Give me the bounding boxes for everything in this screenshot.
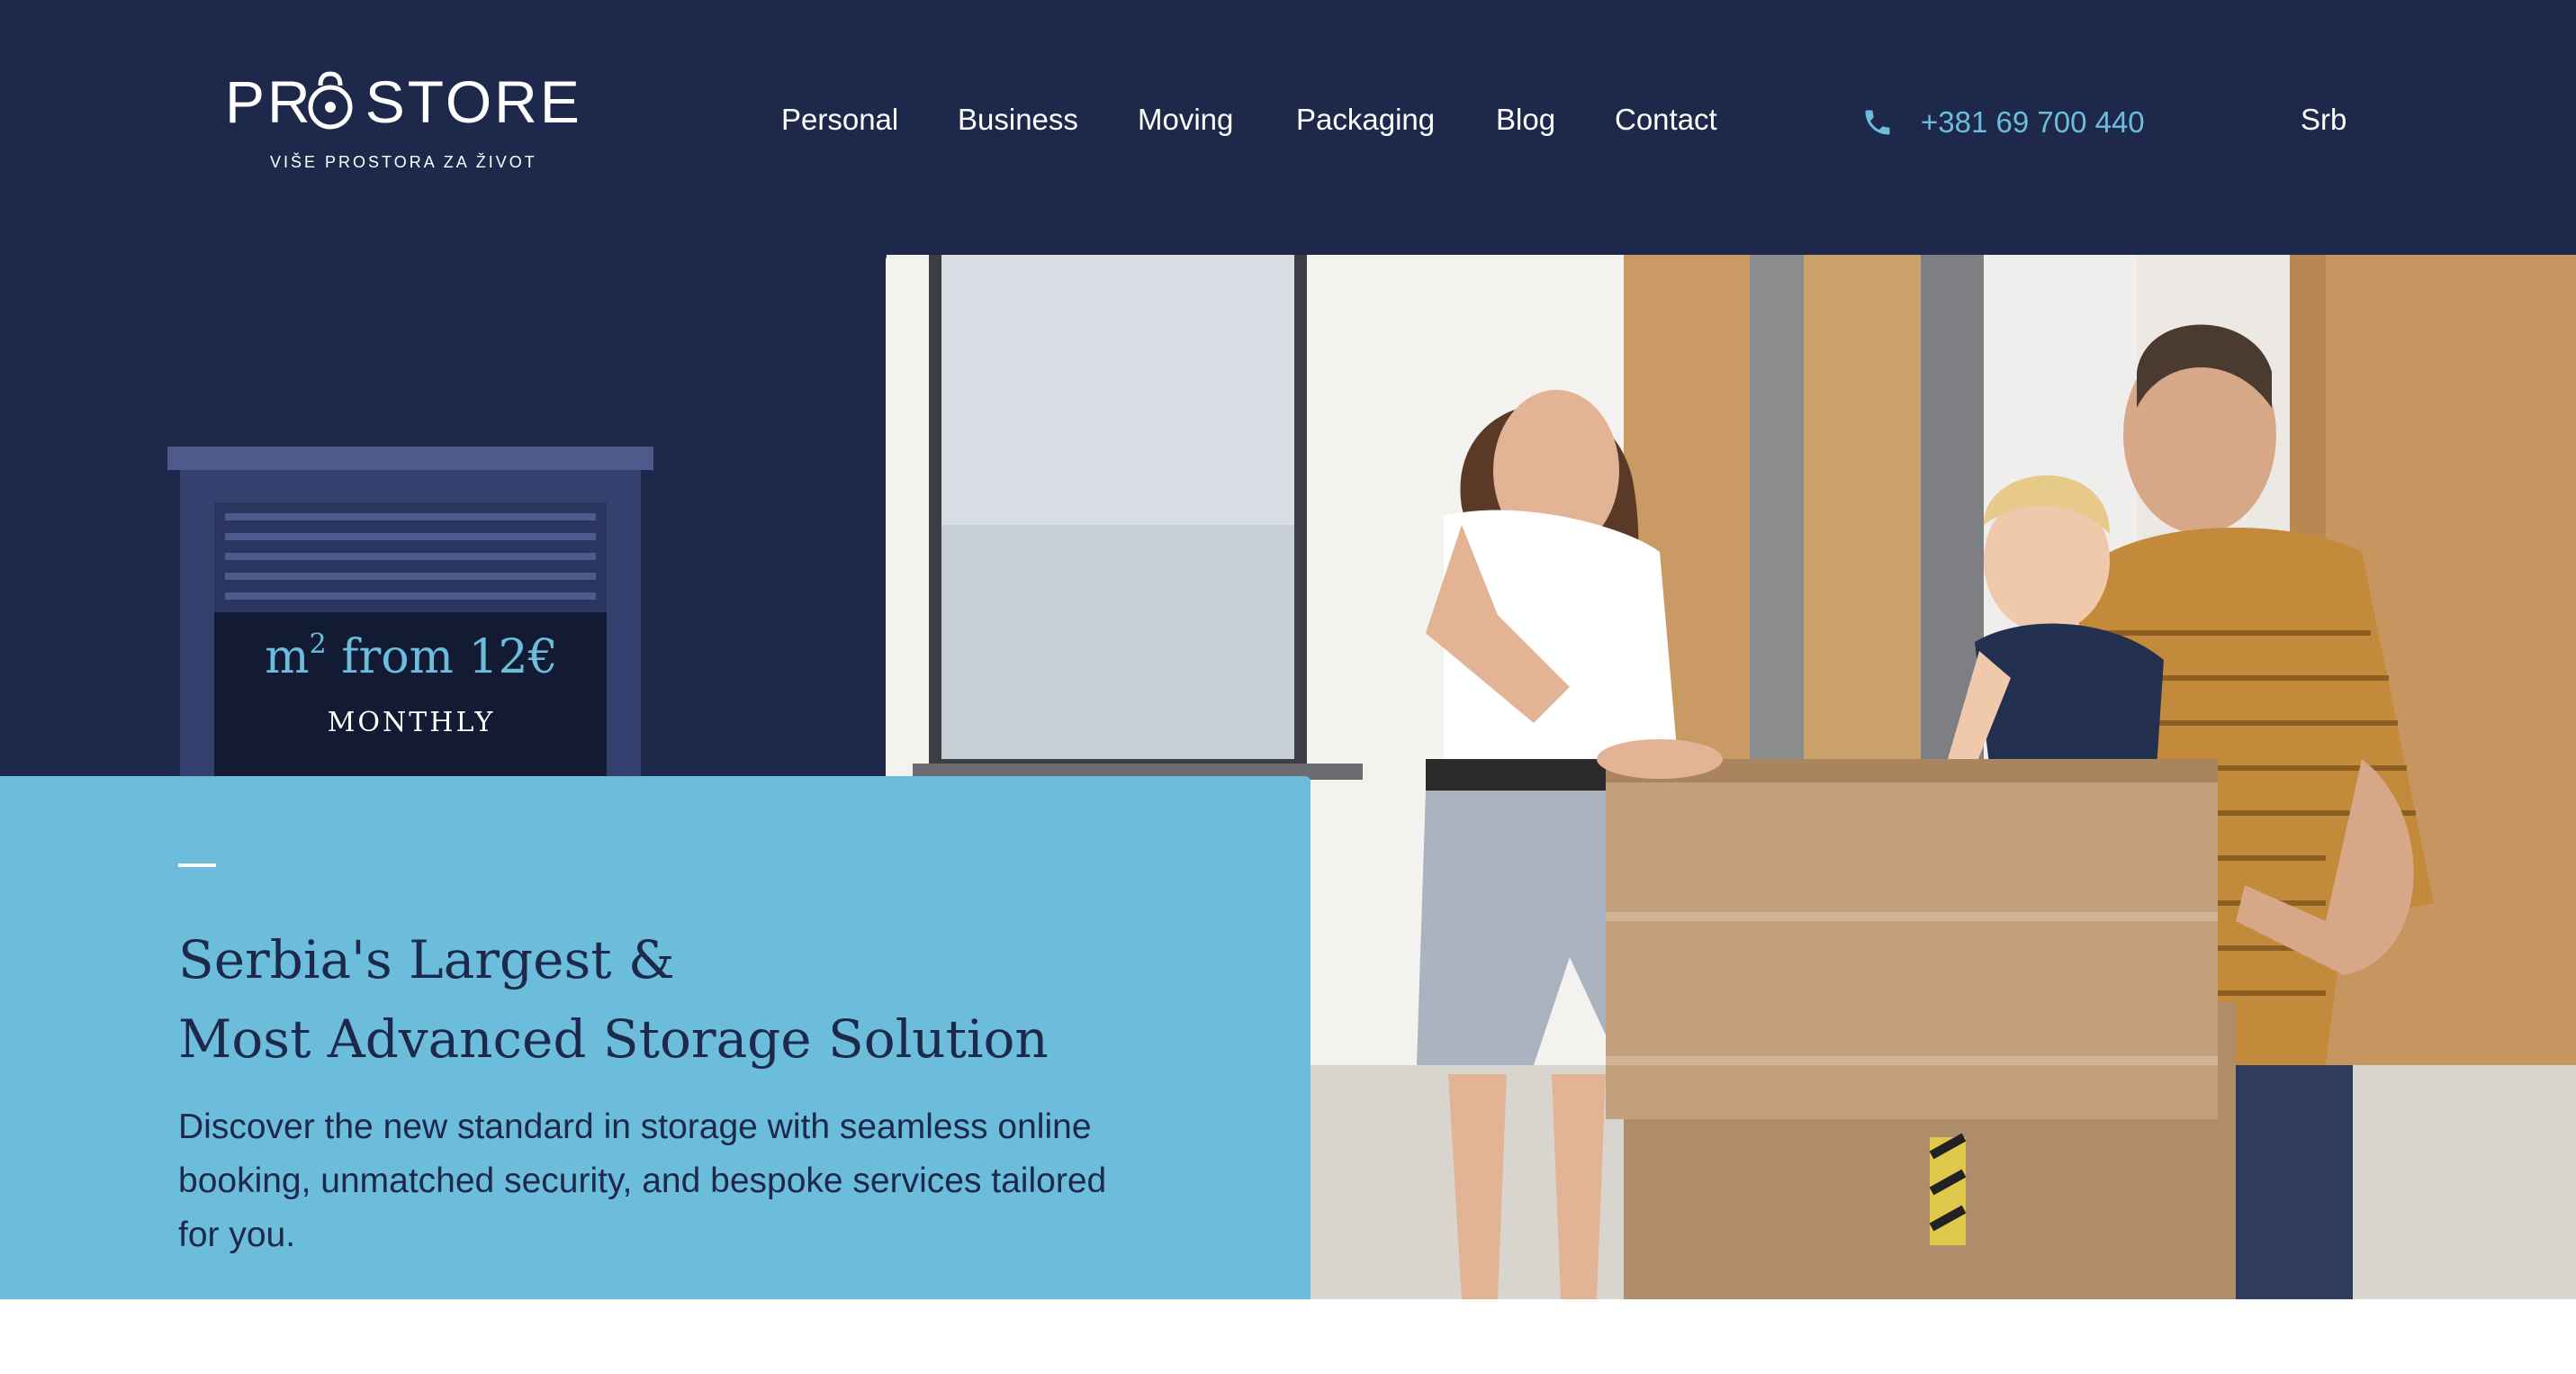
- phone-number: +381 69 700 440: [1921, 105, 2145, 139]
- hero-title: Serbia's Largest & Most Advanced Storage…: [178, 920, 1049, 1079]
- hero-title-line-2: Most Advanced Storage Solution: [178, 1008, 1049, 1070]
- price-label: m2 from 12€: [214, 628, 608, 684]
- prostore-logo[interactable]: PR STORE VIŠE PROSTORA ZA ŽIVOT: [225, 71, 580, 180]
- price-amount: from 12€: [341, 630, 558, 684]
- hero-text-panel: Serbia's Largest & Most Advanced Storage…: [0, 776, 1311, 1299]
- page: PR STORE VIŠE PROSTORA ZA ŽIVOT Personal …: [0, 0, 2576, 1374]
- nav-item-packaging[interactable]: Packaging: [1296, 103, 1435, 137]
- price-unit: m: [265, 630, 310, 684]
- nav-item-contact[interactable]: Contact: [1615, 103, 1717, 137]
- language-switcher[interactable]: Srb: [2301, 103, 2346, 137]
- price-unit-power: 2: [309, 628, 327, 660]
- hero-title-line-1: Serbia's Largest &: [178, 929, 675, 990]
- logo-tagline: VIŠE PROSTORA ZA ŽIVOT: [270, 153, 537, 171]
- phone-icon: [1865, 110, 1890, 135]
- nav-item-blog[interactable]: Blog: [1496, 103, 1555, 137]
- padlock-o-icon: [308, 71, 353, 130]
- nav-item-personal[interactable]: Personal: [781, 103, 898, 137]
- logo-text-end: STORE: [365, 68, 582, 135]
- nav-item-business[interactable]: Business: [958, 103, 1078, 137]
- site-header: PR STORE VIŠE PROSTORA ZA ŽIVOT Personal …: [0, 0, 2576, 255]
- logo-wordmark: PR STORE: [225, 72, 582, 131]
- accent-dash: [178, 863, 216, 867]
- hero-description: Discover the new standard in storage wit…: [178, 1107, 1107, 1254]
- phone-link[interactable]: +381 69 700 440: [1861, 101, 2145, 144]
- nav-item-moving[interactable]: Moving: [1138, 103, 1233, 137]
- price-period: MONTHLY: [327, 707, 496, 738]
